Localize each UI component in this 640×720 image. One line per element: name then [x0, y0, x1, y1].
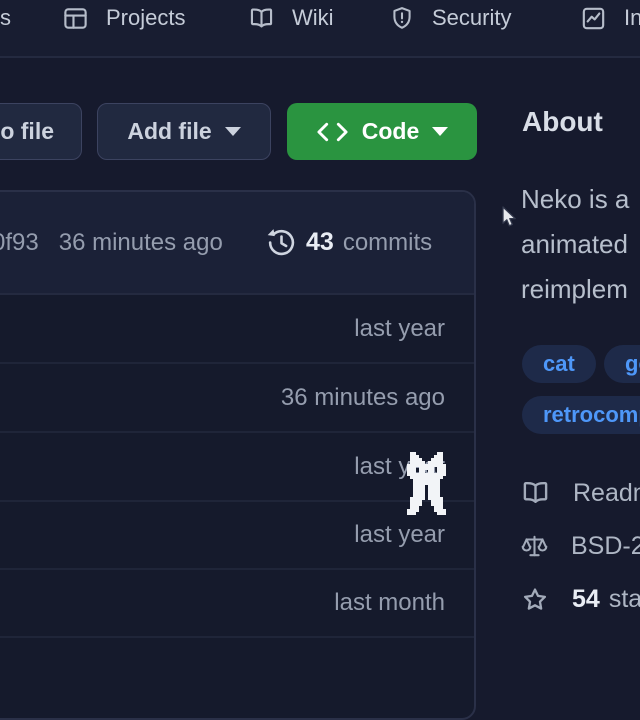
tab-projects[interactable]: Projects [62, 2, 185, 34]
table-row[interactable]: 36 minutes ago [0, 364, 474, 433]
add-file-label: Add file [127, 118, 211, 145]
code-button[interactable]: Code [287, 103, 477, 160]
tab-wiki[interactable]: Wiki [248, 2, 334, 34]
about-description-line: Neko is a [521, 177, 629, 222]
go-to-file-button[interactable]: o file [0, 103, 82, 160]
topic-tag-cat[interactable]: cat [522, 345, 596, 383]
go-to-file-label: o file [0, 118, 54, 145]
book-icon [520, 478, 551, 508]
readme-label: Readm [573, 479, 640, 508]
latest-commit-bar: 0f93 36 minutes ago 43 commits [0, 192, 474, 295]
star-icon [520, 585, 550, 614]
latest-commit-info: 0f93 36 minutes ago [0, 192, 223, 293]
table-row[interactable]: last year [0, 433, 474, 502]
history-clock-icon [266, 227, 297, 258]
commit-history-link[interactable]: 43 commits [266, 192, 432, 293]
table-row[interactable]: last year [0, 502, 474, 570]
topic-tag-retrocomputing[interactable]: retrocomp [522, 396, 640, 434]
code-label: Code [362, 118, 420, 145]
stars-label: sta [609, 585, 640, 613]
file-table-rows: last year 36 minutes ago last year last … [0, 295, 474, 638]
row-updated-time: 36 minutes ago [281, 384, 445, 412]
tab-wiki-label: Wiki [292, 5, 334, 31]
commits-count: 43 [306, 228, 334, 257]
law-scales-icon [520, 531, 549, 562]
about-heading: About [522, 106, 603, 138]
row-updated-time: last year [354, 521, 445, 549]
table-row[interactable]: last year [0, 295, 474, 364]
neko-cat-sprite [407, 452, 446, 515]
readme-link[interactable]: Readm [520, 478, 640, 508]
mouse-cursor [502, 206, 518, 228]
tab-insights[interactable]: In [580, 2, 640, 34]
license-link[interactable]: BSD-2 [520, 531, 640, 562]
topic-tag-go[interactable]: go [604, 345, 640, 383]
row-updated-time: last month [334, 589, 445, 617]
add-file-button[interactable]: Add file [97, 103, 271, 160]
commit-time: 36 minutes ago [59, 229, 223, 257]
nav-partial-label: s [0, 5, 11, 31]
commits-label: commits [343, 229, 432, 257]
graph-icon [580, 5, 607, 32]
commit-hash[interactable]: 0f93 [0, 229, 39, 257]
nav-item-partial-left[interactable]: s [0, 2, 11, 34]
book-icon [248, 5, 275, 32]
row-updated-time: last year [354, 315, 445, 343]
about-description: Neko is a animated reimplem [521, 177, 629, 312]
tab-security-label: Security [432, 5, 511, 31]
license-label: BSD-2 [571, 532, 640, 561]
file-table-panel: 0f93 36 minutes ago 43 commits last year… [0, 190, 476, 720]
table-row[interactable]: last month [0, 570, 474, 638]
tab-security[interactable]: Security [389, 2, 511, 34]
stars-count: 54 [572, 585, 600, 613]
tab-insights-label: In [624, 5, 640, 31]
chevron-down-icon [432, 127, 448, 136]
table-icon [62, 5, 89, 32]
shield-icon [389, 5, 415, 31]
chevron-down-icon [225, 127, 241, 136]
stars-link[interactable]: 54 sta [520, 585, 640, 614]
about-description-line: reimplem [521, 267, 629, 312]
about-description-line: animated [521, 222, 629, 267]
code-brackets-icon [316, 121, 349, 143]
tab-projects-label: Projects [106, 5, 185, 31]
repo-tab-bar: s Projects Wiki Securit [0, 0, 640, 58]
